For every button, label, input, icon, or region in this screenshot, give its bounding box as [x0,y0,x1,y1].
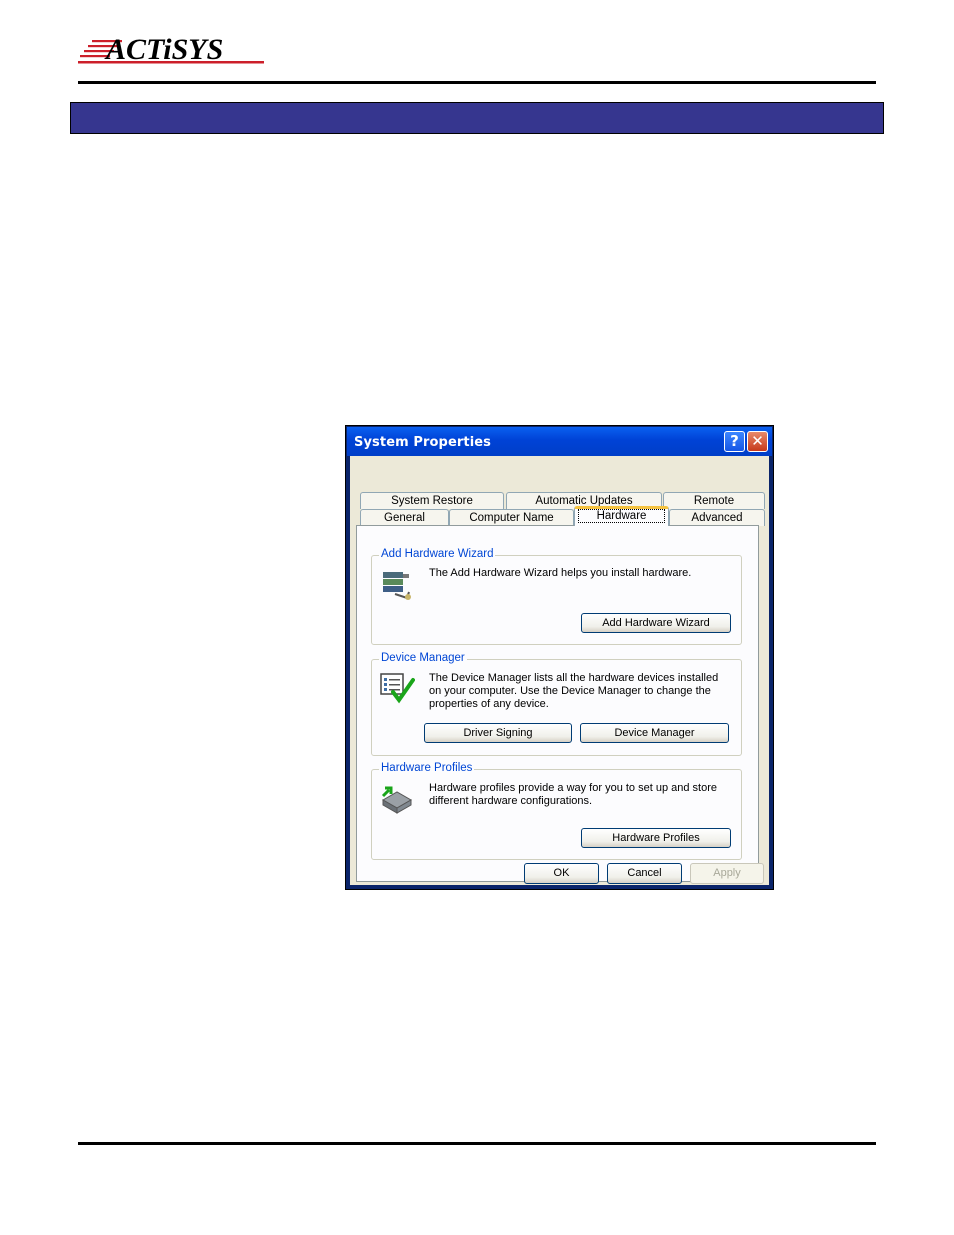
tab-advanced[interactable]: Advanced [669,509,765,526]
group-add-hardware-wizard: Add Hardware Wizard The Add Hardware Wiz… [371,548,742,645]
hardware-profiles-button[interactable]: Hardware Profiles [581,828,731,848]
device-manager-description: The Device Manager lists all the hardwar… [429,672,719,710]
group-label-device-manager: Device Manager [379,652,467,664]
close-icon: ✕ [751,432,764,450]
add-hardware-wizard-button[interactable]: Add Hardware Wizard [581,613,731,633]
ok-button[interactable]: OK [524,863,599,884]
wizard-description: The Add Hardware Wizard helps you instal… [429,567,692,579]
driver-signing-button[interactable]: Driver Signing [424,723,572,743]
device-manager-icon [380,673,415,704]
add-hardware-icon [383,572,411,600]
svg-text:ACTiSYS: ACTiSYS [104,34,223,66]
group-hardware-profiles: Hardware Profiles Hardware profiles prov… [371,762,742,860]
close-button[interactable]: ✕ [747,431,768,452]
tab-computer-name[interactable]: Computer Name [449,509,574,526]
system-properties-dialog: System Properties ? ✕ System Restore Aut… [345,425,774,890]
tab-general[interactable]: General [360,509,449,526]
cancel-button[interactable]: Cancel [607,863,682,884]
footer-rule [78,1142,876,1145]
section-banner [70,102,884,134]
help-button[interactable]: ? [724,431,745,452]
dialog-client: System Restore Automatic Updates Remote … [350,456,769,885]
tab-system-restore[interactable]: System Restore [360,492,504,509]
help-icon: ? [730,432,739,450]
apply-button[interactable]: Apply [690,863,764,884]
device-manager-button[interactable]: Device Manager [580,723,729,743]
dialog-title: System Properties [354,435,492,450]
tab-hardware-label: Hardware [577,509,666,523]
header-rule [78,81,876,84]
actisys-logo: ACTiSYS [78,34,268,68]
tab-hardware[interactable]: Hardware [574,506,669,526]
group-label-hardware-profiles: Hardware Profiles [379,762,475,774]
hardware-tab-panel: Add Hardware Wizard The Add Hardware Wiz… [356,525,759,882]
group-device-manager: Device Manager The Device Manager lists … [371,652,742,756]
hardware-profiles-description: Hardware profiles provide a way for you … [429,782,717,807]
tab-remote[interactable]: Remote [663,492,765,509]
title-bar[interactable]: System Properties ? ✕ [347,427,772,456]
group-label-add-hardware-wizard: Add Hardware Wizard [379,548,496,560]
hardware-profiles-icon [381,786,413,814]
